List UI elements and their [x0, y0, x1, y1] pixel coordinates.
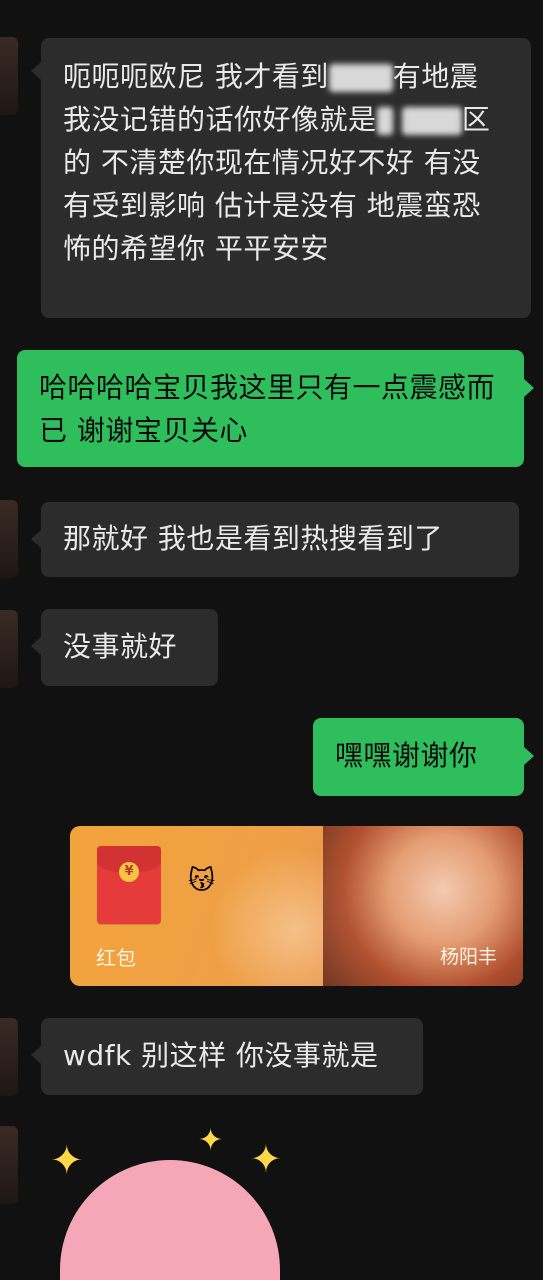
- sparkle-icon: ✦: [250, 1137, 282, 1181]
- message-bubble-outgoing[interactable]: 嘿嘿谢谢你: [313, 718, 524, 796]
- bubble-tail: [31, 1046, 41, 1064]
- message-bubble-incoming[interactable]: 没事就好: [41, 609, 218, 686]
- redacted-region: [401, 107, 462, 135]
- message-text: 嘿嘿谢谢你: [335, 739, 478, 772]
- red-packet-card[interactable]: ¥ 😽 红包 杨阳丰: [70, 826, 523, 986]
- message-bubble-incoming[interactable]: wdfk 别这样 你没事就是: [41, 1018, 423, 1095]
- heart-sticker-icon[interactable]: ✦ ✦ ✦: [50, 1126, 290, 1280]
- bubble-tail: [31, 530, 41, 548]
- red-packet-cover-name: 杨阳丰: [439, 946, 497, 968]
- sparkle-icon: ✦: [50, 1138, 84, 1184]
- redacted-region: [376, 107, 393, 135]
- sparkle-icon: ✦: [198, 1123, 224, 1158]
- redacted-region: [328, 64, 393, 92]
- contact-avatar[interactable]: [0, 610, 18, 688]
- message-text: 哈哈哈哈宝贝我这里只有一点震感而已 谢谢宝贝关心: [39, 371, 496, 447]
- yuan-coin-icon: ¥: [119, 862, 139, 882]
- contact-avatar[interactable]: [0, 500, 18, 578]
- red-envelope-icon: ¥: [97, 846, 161, 924]
- kissing-cat-emoji-icon: 😽: [188, 866, 216, 896]
- contact-avatar[interactable]: [0, 37, 18, 115]
- contact-avatar[interactable]: [0, 1126, 18, 1204]
- message-text: 呃呃呃欧尼 我才看到: [63, 60, 329, 93]
- sticker-heart-shape: [60, 1160, 280, 1280]
- message-bubble-outgoing[interactable]: 哈哈哈哈宝贝我这里只有一点震感而已 谢谢宝贝关心: [17, 350, 524, 467]
- red-packet-label: 红包: [96, 946, 136, 970]
- bubble-tail: [31, 62, 41, 80]
- message-bubble-incoming[interactable]: 那就好 我也是看到热搜看到了: [41, 502, 519, 577]
- message-bubble-incoming[interactable]: 呃呃呃欧尼 我才看到 有地震 我没记错的话你好像就是 区的 不清楚你现在情况好不好…: [41, 38, 531, 318]
- message-text: 那就好 我也是看到热搜看到了: [63, 522, 443, 555]
- bubble-tail: [524, 747, 534, 765]
- bubble-tail: [524, 379, 534, 397]
- message-text: 没事就好: [63, 630, 178, 663]
- message-text: wdfk 别这样 你没事就是: [63, 1039, 379, 1072]
- contact-avatar[interactable]: [0, 1018, 18, 1096]
- bubble-tail: [31, 637, 41, 655]
